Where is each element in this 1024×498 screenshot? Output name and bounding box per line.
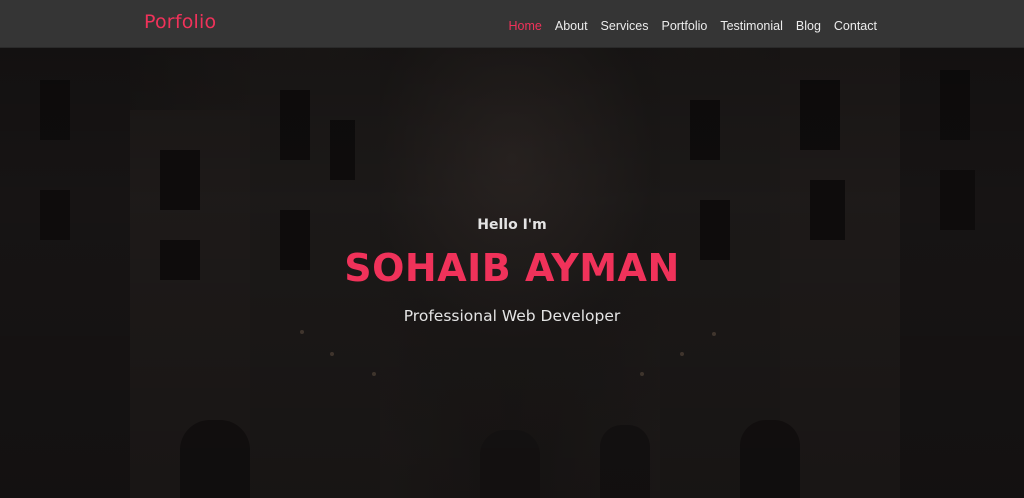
main-nav: Home About Services Portfolio Testimonia… <box>496 0 877 48</box>
hero-name: SOHAIB AYMAN <box>344 246 680 290</box>
top-navbar: Porfolio Home About Services Portfolio T… <box>0 0 1024 48</box>
nav-item-portfolio: Portfolio <box>661 15 707 34</box>
nav-item-home: Home <box>509 15 542 34</box>
brand-logo[interactable]: Porfolio <box>144 11 216 33</box>
nav-link-services[interactable]: Services <box>601 19 649 33</box>
hero-section: Hello I'm SOHAIB AYMAN Professional Web … <box>0 0 1024 498</box>
nav-item-about: About <box>555 15 588 34</box>
hero-greeting: Hello I'm <box>477 217 547 233</box>
nav-link-contact[interactable]: Contact <box>834 19 877 33</box>
nav-link-about[interactable]: About <box>555 19 588 33</box>
nav-item-contact: Contact <box>834 15 877 34</box>
nav-item-services: Services <box>601 15 649 34</box>
nav-link-home[interactable]: Home <box>509 19 542 33</box>
nav-link-portfolio[interactable]: Portfolio <box>661 19 707 33</box>
hero-tagline: Professional Web Developer <box>403 307 621 325</box>
nav-item-testimonial: Testimonial <box>720 15 783 34</box>
nav-item-blog: Blog <box>796 15 821 34</box>
nav-link-blog[interactable]: Blog <box>796 19 821 33</box>
nav-link-testimonial[interactable]: Testimonial <box>720 19 783 33</box>
